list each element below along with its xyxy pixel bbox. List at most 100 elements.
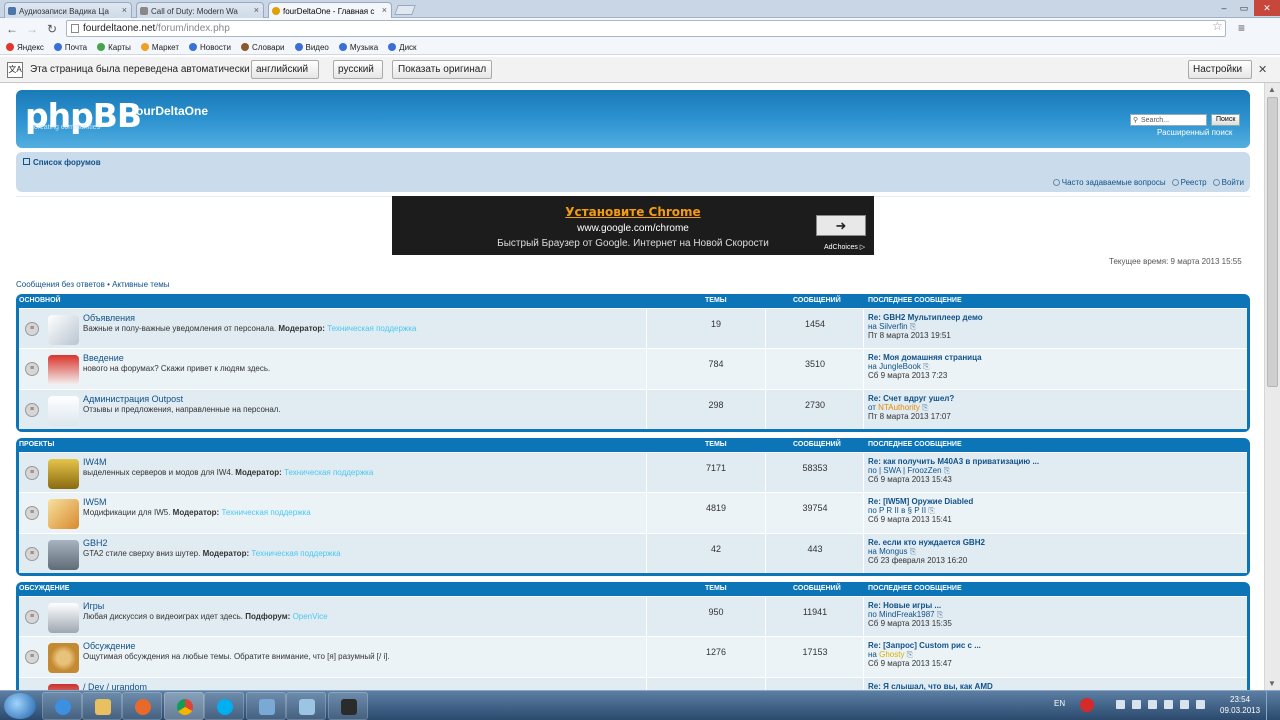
network-tray-icon[interactable] [1180,700,1189,709]
arrow-right-icon[interactable]: ➜ [816,215,866,236]
forum-title-link[interactable]: / Dev / urandom [83,682,147,690]
translate-settings-button[interactable]: Настройки ▾ [1188,60,1252,92]
bookmark-mail[interactable]: Почта [53,40,87,54]
tab-fourdeltaone[interactable]: fourDeltaOne - Главная с × [268,2,392,18]
last-post-title[interactable]: Re: [IW5M] Оружие Diabled [868,497,973,506]
close-icon[interactable]: × [382,5,387,15]
forum-title-link[interactable]: Введение [83,353,124,363]
tray-icon[interactable] [1116,700,1125,709]
last-post-title[interactable]: Re: как получить M40A3 в приватизацию ..… [868,457,1039,466]
register-link[interactable]: Реестр [1171,178,1207,187]
reload-icon[interactable]: ↻ [44,21,60,37]
moderator-link[interactable]: OpenVice [293,612,328,621]
last-post-title[interactable]: Re: Счет вдруг ушел? [868,394,954,403]
bookmark-market[interactable]: Маркет [140,40,179,54]
forum-row[interactable]: ≡ IW5M Модификации для IW5. Модератор: Тех… [19,492,1247,533]
category-title[interactable]: ОСНОВНОЙ [19,297,61,304]
game-taskbar-button[interactable] [328,692,368,720]
ie-taskbar-button[interactable] [42,692,82,720]
volume-icon[interactable] [1196,700,1205,709]
author-link[interactable]: NTAuthority [878,403,920,412]
skype-taskbar-button[interactable] [204,692,244,720]
forum-row[interactable]: ≡/ Dev / urandom Re: Я слышал, что вы, к… [19,676,1247,690]
bookmark-yandex[interactable]: Яндекс [6,40,44,54]
ad-title[interactable]: Установите Chrome [392,205,874,219]
last-post-title[interactable]: Re: [Запрос] Custom рис с ... [868,641,981,650]
language-indicator[interactable]: EN [1054,699,1065,708]
last-post-title[interactable]: Re: Моя домашняя страница [868,353,982,362]
view-latest-post-icon[interactable]: ⎘ [923,362,929,371]
explorer-taskbar-button[interactable] [82,692,122,720]
view-latest-post-icon[interactable]: ⎘ [937,610,943,619]
scroll-down-icon[interactable]: ▼ [1268,679,1276,688]
wrench-icon[interactable]: ≡ [1238,21,1245,35]
moderator-link[interactable]: Техническая поддержка [251,549,340,558]
view-latest-post-icon[interactable]: ⎘ [910,322,916,331]
author-link[interactable]: Ghosty [879,650,904,659]
close-window-icon[interactable]: ✕ [1254,0,1280,16]
forum-title-link[interactable]: Администрация Outpost [83,394,183,404]
last-post-title[interactable]: Re: Я слышал, что вы, как AMD [868,682,993,690]
search-button[interactable]: Поиск [1211,114,1241,126]
last-post-title[interactable]: Re: Новые игры ... [868,601,952,610]
view-latest-post-icon[interactable]: ⎘ [944,466,950,475]
forum-row[interactable]: ≡ Введение нового на форумах? Скажи привет… [19,348,1247,389]
source-language-select[interactable]: английский ▾ [251,60,319,92]
target-language-select[interactable]: русский ▾ [333,60,383,92]
forum-row[interactable]: ≡ GBH2 GTA2 стиле сверху вниз шутер. Модер… [19,532,1247,573]
view-latest-post-icon[interactable]: ⎘ [928,506,934,515]
forward-icon[interactable]: → [24,21,40,37]
scroll-thumb[interactable] [1267,97,1278,387]
forum-title-link[interactable]: Игры [83,601,104,611]
faq-link[interactable]: Часто задаваемые вопросы [1052,178,1166,187]
record-icon[interactable] [1080,698,1094,712]
minimize-icon[interactable]: – [1214,0,1234,16]
bookmark-maps[interactable]: Карты [97,40,131,54]
network-taskbar-button[interactable] [246,692,286,720]
quick-links[interactable]: Сообщения без ответов • Активные темы [16,280,170,289]
bookmark-video[interactable]: Видео [294,40,329,54]
close-icon[interactable]: × [122,5,127,15]
forum-title-link[interactable]: Обсуждение [83,641,135,651]
show-desktop-button[interactable] [1266,691,1280,720]
media-taskbar-button[interactable] [122,692,162,720]
forum-title-link[interactable]: GBH2 [83,538,108,548]
forum-title-link[interactable]: Объявления [83,313,135,323]
moderator-link[interactable]: Техническая поддержка [284,468,373,477]
page-scrollbar[interactable]: ▲ ▼ [1264,83,1280,690]
scroll-up-icon[interactable]: ▲ [1268,85,1276,94]
advanced-search-link[interactable]: Расширенный поиск [1157,128,1232,137]
forum-title-link[interactable]: IW4M [83,457,107,467]
show-original-button[interactable]: Показать оригинал [392,60,493,79]
search-input[interactable]: ⚲ Search... [1130,114,1207,126]
forum-row[interactable]: ≡ IW4M выделенных серверов и модов для IW4… [19,452,1247,493]
chrome-ad-banner[interactable]: Установите Chrome www.google.com/chrome … [392,196,874,255]
ad-choices-link[interactable]: AdChoices ▷ [824,243,865,251]
moderator-link[interactable]: Техническая поддержка [327,324,416,333]
new-tab-button[interactable] [394,5,416,15]
tab-cod[interactable]: Call of Duty: Modern Wa × [136,2,264,18]
view-latest-post-icon[interactable]: ⎘ [910,547,916,556]
login-link[interactable]: Войти [1212,178,1244,187]
bookmark-dictionaries[interactable]: Словари [240,40,285,54]
address-bar[interactable]: fourdeltaone.net/forum/index.php [66,20,1226,37]
close-icon[interactable]: × [254,5,259,15]
tray-icon[interactable] [1132,700,1141,709]
back-icon[interactable]: ← [4,21,20,37]
tray-icon[interactable] [1148,700,1157,709]
view-latest-post-icon[interactable]: ⎘ [922,403,928,412]
bookmark-disk[interactable]: Диск [388,40,417,54]
chrome-taskbar-button[interactable] [164,692,204,720]
last-post-title[interactable]: Re. если кто нуждается GBH2 [868,538,985,547]
bookmark-news[interactable]: Новости [189,40,231,54]
category-title[interactable]: ОБСУЖДЕНИЕ [19,585,69,592]
start-button[interactable] [4,693,36,719]
clock[interactable]: 23:54 09.03.2013 [1220,694,1260,716]
tab-audio[interactable]: Аудиозаписи Вадика Ца × [4,2,132,18]
tray-icon[interactable] [1164,700,1173,709]
maximize-icon[interactable]: ▭ [1234,0,1254,16]
forum-row[interactable]: ≡ Игры Любая дискуссия о видеоиграх идет з… [19,596,1247,637]
forum-row[interactable]: ≡ Объявления Важные и полу-важные уведомле… [19,308,1247,349]
forum-row[interactable]: ≡ Администрация Outpost Отзывы и предложен… [19,388,1247,429]
moderator-link[interactable]: Техническая поддержка [221,508,310,517]
